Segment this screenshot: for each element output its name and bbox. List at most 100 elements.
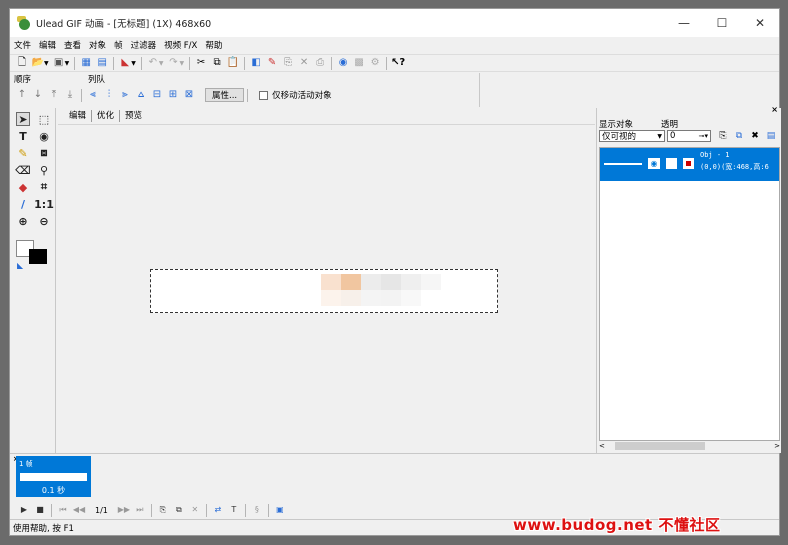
gif-image-frame[interactable] (150, 269, 498, 313)
menu-object[interactable]: 对象 (89, 39, 106, 51)
send-backward-icon[interactable]: ⤒ (48, 89, 60, 101)
menu-frame[interactable]: 帧 (114, 39, 123, 51)
marquee-tool-icon[interactable]: ⬚ (37, 112, 51, 126)
next-frame-icon[interactable]: ▶▶ (118, 504, 130, 516)
chevron-down-icon[interactable]: ▼ (159, 60, 164, 67)
play-icon[interactable]: ▶ (18, 504, 30, 516)
close-icon[interactable]: × (771, 105, 778, 114)
text-banner-icon[interactable]: T (228, 504, 240, 516)
background-color-swatch[interactable] (29, 249, 47, 264)
new-file-icon[interactable]: 🗋 (16, 57, 28, 69)
menu-edit[interactable]: 编辑 (39, 39, 56, 51)
last-frame-icon[interactable]: ⏭ (134, 504, 146, 516)
actual-size-icon[interactable]: 1:1 (34, 197, 54, 211)
fill-tool-icon[interactable]: ◆ (16, 180, 30, 194)
lasso-tool-icon[interactable]: ◉ (37, 129, 51, 143)
eyedropper-tool-icon[interactable]: ⚲ (37, 163, 51, 177)
chevron-down-icon[interactable]: ▼ (180, 60, 185, 67)
undo-icon[interactable]: ↶ (147, 57, 159, 69)
eraser-tool-icon[interactable]: ⌫ (15, 163, 31, 177)
crop-icon[interactable]: ◧ (250, 57, 262, 69)
tab-optimize[interactable]: 优化 (91, 110, 119, 122)
insert-object-icon[interactable]: ◣ (119, 57, 131, 69)
save-icon[interactable]: ▣ (53, 57, 65, 69)
send-to-back-icon[interactable]: ⤓ (64, 89, 76, 101)
align-top-icon[interactable]: ⩟ (135, 89, 147, 101)
bring-to-front-icon[interactable]: ↑ (16, 89, 28, 101)
menu-filter[interactable]: 过滤器 (131, 39, 157, 51)
delete-object-icon[interactable]: ✖ (749, 130, 761, 142)
add-frame-icon[interactable]: ⎘ (157, 504, 169, 516)
move-active-only-checkbox[interactable] (259, 90, 269, 100)
add-blank-frame-icon[interactable]: ▤ (96, 57, 108, 69)
text-tool-icon[interactable]: T (16, 129, 30, 143)
duplicate-icon[interactable]: ⎙ (314, 57, 326, 69)
object-row[interactable]: ◉ Obj - 1 (0,0)(宽:468,高:6 (600, 148, 779, 181)
browser-preview-icon[interactable]: ◉ (337, 57, 349, 69)
title-bar: Ulead GIF 动画 - [无标题] (1X) 468x60 — ☐ ✕ (10, 9, 779, 37)
copy-icon[interactable]: ⧉ (211, 57, 223, 69)
object-properties-icon[interactable]: ▤ (765, 130, 777, 142)
context-help-icon[interactable]: ↖? (391, 57, 405, 69)
horizontal-scrollbar[interactable]: < > (599, 441, 780, 451)
tab-edit[interactable]: 编辑 (64, 110, 91, 122)
duplicate-object-icon[interactable]: ⧉ (733, 130, 745, 142)
paste-object-icon[interactable]: ⎘ (282, 57, 294, 69)
redo-icon[interactable]: ↷ (168, 57, 180, 69)
cut-icon[interactable]: ✂ (195, 57, 207, 69)
wizard-icon[interactable]: ⚙ (369, 57, 381, 69)
properties-button[interactable]: 属性... (205, 88, 245, 102)
align-bottom-icon[interactable]: ⊞ (167, 89, 179, 101)
open-folder-icon[interactable]: 📂 (32, 57, 44, 69)
first-frame-icon[interactable]: ⏮ (57, 504, 69, 516)
pencil-tool-icon[interactable]: / (16, 197, 30, 211)
frame-properties-icon[interactable]: § (251, 504, 263, 516)
chevron-left-icon[interactable]: < (599, 442, 605, 450)
tab-preview[interactable]: 预览 (119, 110, 147, 122)
delete-frame-icon[interactable]: ✕ (189, 504, 201, 516)
align-middle-icon[interactable]: ⊟ (151, 89, 163, 101)
transparency-stepper[interactable]: 0 ⊸▾ (667, 130, 711, 142)
align-center-icon[interactable]: ⫶ (103, 89, 115, 101)
magic-wand-tool-icon[interactable]: ⧈ (37, 146, 51, 160)
align-left-icon[interactable]: ⫷ (87, 89, 99, 101)
menu-help[interactable]: 帮助 (205, 39, 222, 51)
zoom-in-icon[interactable]: ⊕ (16, 214, 30, 228)
display-objects-select[interactable]: 仅可视的 ▼ (599, 130, 665, 142)
menu-video-fx[interactable]: 视频 F/X (164, 39, 197, 51)
frame-delay[interactable]: 0.1 秒 (16, 485, 91, 496)
new-object-icon[interactable]: ⎘ (717, 130, 729, 142)
brush-tool-icon[interactable]: ✎ (16, 146, 30, 160)
close-button[interactable]: ✕ (741, 9, 779, 37)
stop-icon[interactable]: ■ (34, 504, 46, 516)
eye-icon[interactable]: ◉ (648, 158, 660, 169)
paste-icon[interactable]: 📋 (227, 57, 239, 69)
optimize-icon[interactable]: ▩ (353, 57, 365, 69)
previous-frame-icon[interactable]: ◀◀ (73, 504, 85, 516)
lock-toggle[interactable] (666, 158, 677, 169)
tween-icon[interactable]: ⇄ (212, 504, 224, 516)
menu-view[interactable]: 查看 (64, 39, 81, 51)
frame-panel-settings-icon[interactable]: ▣ (274, 504, 286, 516)
delete-icon[interactable]: ✕ (298, 57, 310, 69)
menu-file[interactable]: 文件 (14, 39, 31, 51)
duplicate-frame-icon[interactable]: ⧉ (173, 504, 185, 516)
frame-thumbnail[interactable]: 1 帧 0.1 秒 (16, 456, 91, 497)
chevron-right-icon[interactable]: > (774, 442, 780, 450)
add-image-icon[interactable]: ▦ (80, 57, 92, 69)
zoom-out-icon[interactable]: ⊖ (37, 214, 51, 228)
align-right-icon[interactable]: ⫸ (119, 89, 131, 101)
swap-colors-icon[interactable]: ◣ (17, 261, 23, 270)
chevron-down-icon[interactable]: ▼ (44, 60, 49, 67)
edit-icon[interactable]: ✎ (266, 57, 278, 69)
clone-tool-icon[interactable]: ⌗ (37, 180, 51, 194)
pick-tool-icon[interactable]: ➤ (16, 112, 30, 126)
bring-forward-icon[interactable]: ↓ (32, 89, 44, 101)
distribute-icon[interactable]: ⊠ (183, 89, 195, 101)
scrollbar-thumb[interactable] (614, 442, 705, 450)
maximize-button[interactable]: ☐ (703, 9, 741, 37)
chevron-down-icon[interactable]: ▼ (131, 60, 136, 67)
canvas[interactable] (58, 124, 595, 453)
chevron-down-icon[interactable]: ▼ (65, 60, 70, 67)
minimize-button[interactable]: — (665, 9, 703, 37)
